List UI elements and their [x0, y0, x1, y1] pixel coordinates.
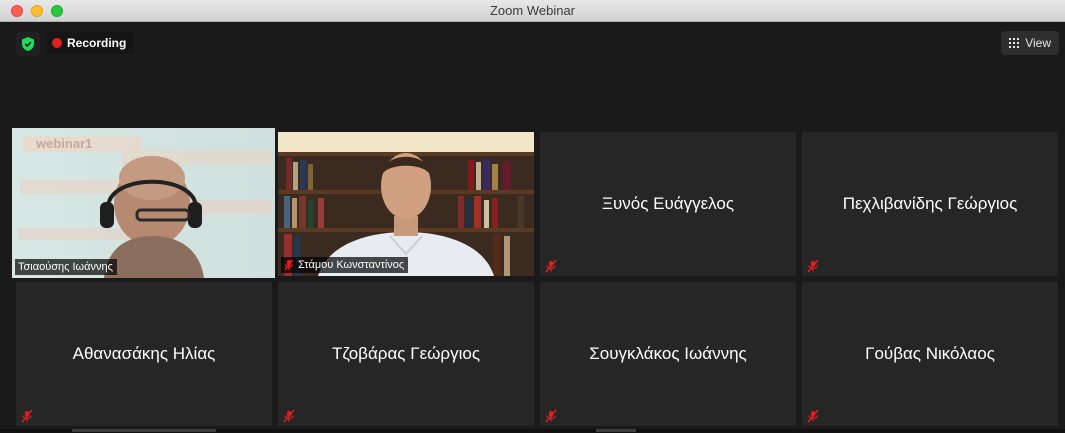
participant-tile[interactable]: Γούβας Νικόλαος	[802, 282, 1058, 426]
muted-microphone-icon	[545, 259, 557, 273]
meeting-area: Recording View webinar1 Τσιαούσης Ιωάννη…	[0, 22, 1065, 433]
participant-tile[interactable]: Αθανασάκης Ηλίας	[16, 282, 272, 426]
participant-name: Τζοβάρας Γεώργιος	[331, 344, 481, 363]
participant-tile[interactable]: Ξυνός Ευάγγελος	[540, 132, 796, 276]
participant-video-tile[interactable]: webinar1 Τσιαούσης Ιωάννης	[12, 128, 275, 278]
participant-name: Πεχλιβανίδης Γεώργιος	[842, 194, 1018, 213]
view-button-label: View	[1025, 36, 1051, 50]
participant-name-tag: Τσιαούσης Ιωάννης	[15, 259, 117, 275]
grid-view-icon	[1009, 38, 1020, 48]
participant-name: Αθανασάκης Ηλίας	[72, 344, 216, 363]
encryption-shield-icon[interactable]	[16, 32, 40, 56]
window-title: Zoom Webinar	[489, 3, 575, 18]
participant-name: Σουγκλάκος Ιωάννης	[589, 344, 747, 363]
participant-name: Γούβας Νικόλαος	[865, 344, 995, 363]
recording-dot-icon	[52, 38, 62, 48]
muted-microphone-icon	[807, 259, 819, 273]
participant-video-tile[interactable]: Στάμου Κωνσταντίνος	[278, 132, 534, 276]
next-row-hint	[0, 429, 1065, 433]
recording-indicator[interactable]: Recording	[46, 32, 135, 54]
participant-tile[interactable]: Τζοβάρας Γεώργιος	[278, 282, 534, 426]
participant-tile[interactable]: Σουγκλάκος Ιωάννης	[540, 282, 796, 426]
participant-name: Ξυνός Ευάγγελος	[601, 194, 735, 213]
view-button[interactable]: View	[1001, 31, 1059, 55]
venue-banner: webinar1	[36, 136, 93, 151]
muted-microphone-icon	[807, 409, 819, 423]
participant-name: Τσιαούσης Ιωάννης	[18, 261, 113, 273]
muted-microphone-icon	[283, 409, 295, 423]
window-titlebar: Zoom Webinar	[0, 0, 1065, 22]
participant-name-tag: Στάμου Κωνσταντίνος	[281, 257, 409, 273]
participant-name: Στάμου Κωνσταντίνος	[298, 259, 405, 271]
participant-tile[interactable]: Πεχλιβανίδης Γεώργιος	[802, 132, 1058, 276]
recording-label: Recording	[67, 36, 127, 50]
muted-microphone-icon	[545, 409, 557, 423]
muted-microphone-icon	[284, 259, 294, 271]
muted-microphone-icon	[21, 409, 33, 423]
participant-video-feed	[278, 132, 534, 276]
